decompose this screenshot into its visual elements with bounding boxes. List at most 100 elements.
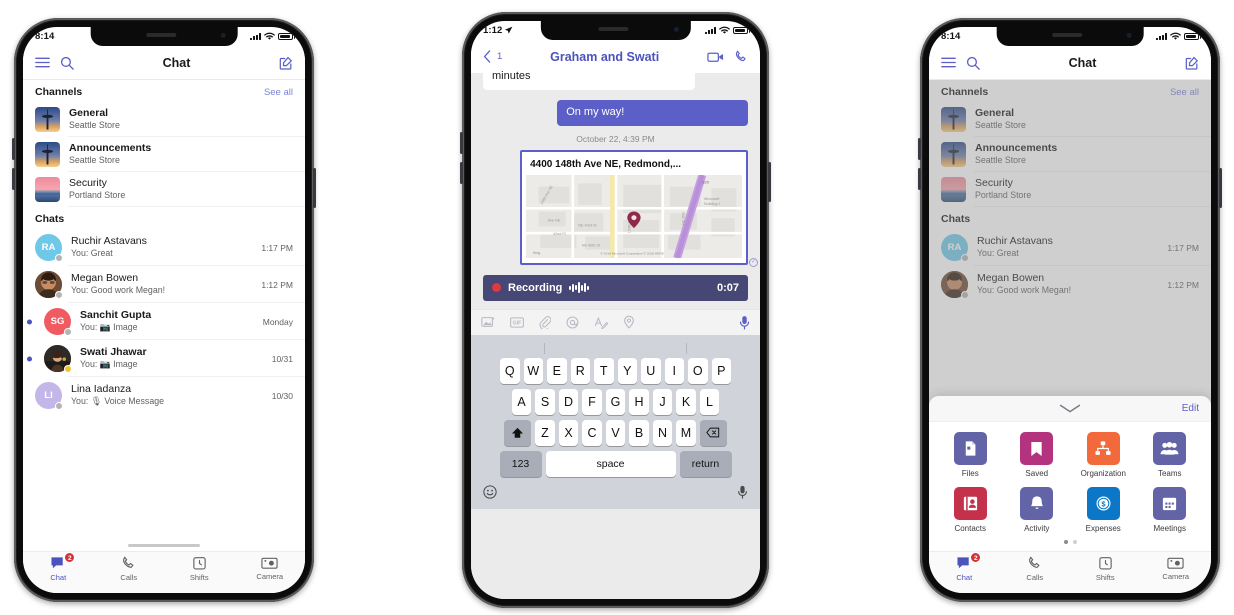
keyboard-row-2: ASDFGHJKL [474, 388, 757, 415]
battery-icon [733, 26, 750, 35]
key-g[interactable]: G [605, 388, 626, 415]
key-n[interactable]: N [652, 419, 673, 446]
video-call-icon[interactable] [707, 51, 724, 63]
volume-up-button[interactable] [918, 138, 921, 160]
wifi-icon [1170, 32, 1181, 40]
chat-row[interactable]: LI Lina Iadanza You: 🎙 Voice Message 10/… [23, 377, 305, 414]
chat-row[interactable]: Megan Bowen You: Good work Megan! 1:12 P… [23, 266, 305, 303]
tab-calls[interactable]: Calls [1000, 556, 1071, 582]
tab-shifts[interactable]: Shifts [164, 556, 235, 582]
key-w[interactable]: W [523, 357, 543, 384]
tab-calls[interactable]: Calls [94, 556, 165, 582]
chat-row[interactable]: SG Sanchit Gupta You: 📷 Image Monday [23, 303, 305, 340]
channel-row[interactable]: Security Portland Store [23, 172, 305, 207]
volume-down-button[interactable] [12, 168, 15, 190]
key-r[interactable]: R [570, 357, 590, 384]
chat-row[interactable]: Swati Jhawar You: 📷 Image 10/31 [23, 340, 305, 377]
mention-icon[interactable] [566, 316, 579, 329]
tab-shifts[interactable]: Shifts [1070, 556, 1141, 582]
volume-up-button[interactable] [460, 132, 463, 154]
key-p[interactable]: P [711, 357, 731, 384]
key-l[interactable]: L [699, 388, 720, 415]
key-o[interactable]: O [688, 357, 708, 384]
location-card[interactable]: 4400 148th Ave NE, Redmond,... 148th Ave… [520, 149, 748, 265]
tab-chat[interactable]: 2 Chat [929, 552, 1000, 582]
microphone-icon[interactable] [739, 315, 750, 330]
edit-button[interactable]: Edit [1182, 403, 1199, 414]
backspace-key[interactable] [699, 419, 727, 446]
phone-call-icon[interactable] [734, 49, 748, 64]
tab-chat[interactable]: 2 Chat [23, 552, 94, 582]
keyboard-row-4: 123 space return [474, 450, 757, 477]
app-cell-activity[interactable]: Activity [1004, 487, 1071, 533]
status-time-text: 1:12 [483, 25, 503, 36]
volume-down-button[interactable] [460, 162, 463, 184]
tab-camera[interactable]: Camera [235, 556, 306, 581]
search-icon[interactable] [60, 56, 74, 70]
app-cell-organization[interactable]: Organization [1070, 432, 1137, 478]
app-cell-saved[interactable]: Saved [1004, 432, 1071, 478]
power-button[interactable] [768, 162, 771, 202]
compose-icon[interactable] [279, 56, 293, 70]
key-s[interactable]: S [535, 388, 555, 415]
channel-row[interactable]: General Seattle Store [23, 102, 305, 137]
key-x[interactable]: X [558, 419, 579, 446]
compose-icon[interactable] [1185, 56, 1199, 70]
image-icon[interactable] [481, 316, 495, 328]
recording-label: Recording [508, 281, 563, 294]
key-z[interactable]: Z [535, 419, 555, 446]
volume-down-button[interactable] [918, 168, 921, 190]
tab-camera[interactable]: Camera [1141, 556, 1212, 581]
key-c[interactable]: C [582, 419, 602, 446]
numbers-key[interactable]: 123 [499, 450, 542, 477]
format-text-icon[interactable] [594, 316, 608, 329]
recording-bar[interactable]: Recording 0:07 [483, 274, 748, 301]
key-e[interactable]: E [547, 357, 567, 384]
key-u[interactable]: U [641, 357, 661, 384]
dictation-microphone-icon[interactable] [737, 485, 748, 504]
chevron-down-icon[interactable] [1059, 404, 1081, 413]
key-h[interactable]: H [629, 388, 649, 415]
hamburger-icon[interactable] [941, 56, 956, 69]
key-i[interactable]: I [664, 357, 684, 384]
app-cell-files[interactable]: Files [937, 432, 1004, 478]
gif-icon[interactable]: GIF [510, 316, 524, 328]
key-y[interactable]: Y [617, 357, 637, 384]
back-button[interactable]: 1 [483, 50, 502, 63]
app-cell-contacts[interactable]: Contacts [937, 487, 1004, 533]
volume-up-button[interactable] [12, 138, 15, 160]
app-cell-meetings[interactable]: Meetings [1137, 487, 1204, 533]
chat-badge: 2 [970, 552, 982, 563]
chat-name: Swati Jhawar [80, 346, 147, 359]
app-cell-teams[interactable]: Teams [1137, 432, 1204, 478]
key-q[interactable]: Q [500, 357, 520, 384]
key-j[interactable]: J [652, 388, 673, 415]
chat-row[interactable]: RA Ruchir Astavans You: Great 1:17 PM [23, 229, 305, 266]
power-button[interactable] [313, 168, 316, 208]
chat-text: Ruchir Astavans You: Great [71, 235, 252, 260]
key-f[interactable]: F [582, 388, 602, 415]
location-pin-icon[interactable] [623, 315, 635, 329]
paperclip-icon[interactable] [539, 315, 551, 329]
key-m[interactable]: M [676, 419, 696, 446]
space-key[interactable]: space [545, 450, 676, 477]
return-key[interactable]: return [679, 450, 732, 477]
hamburger-icon[interactable] [35, 56, 50, 69]
power-button[interactable] [1219, 168, 1222, 208]
unread-dot [27, 356, 32, 361]
shift-key[interactable] [504, 419, 532, 446]
app-cell-expenses[interactable]: $ Expenses [1070, 487, 1137, 533]
channel-row[interactable]: Announcements Seattle Store [23, 137, 305, 172]
key-b[interactable]: B [629, 419, 649, 446]
camera-icon [261, 557, 278, 569]
see-all-link[interactable]: See all [264, 87, 293, 98]
key-d[interactable]: D [558, 388, 579, 415]
key-k[interactable]: K [676, 388, 696, 415]
key-v[interactable]: V [605, 419, 626, 446]
page-dot[interactable] [1063, 540, 1068, 544]
emoji-icon[interactable] [483, 484, 497, 504]
page-dot[interactable] [1072, 540, 1077, 544]
key-t[interactable]: T [594, 357, 614, 384]
key-a[interactable]: A [511, 388, 532, 415]
search-icon[interactable] [966, 56, 980, 70]
